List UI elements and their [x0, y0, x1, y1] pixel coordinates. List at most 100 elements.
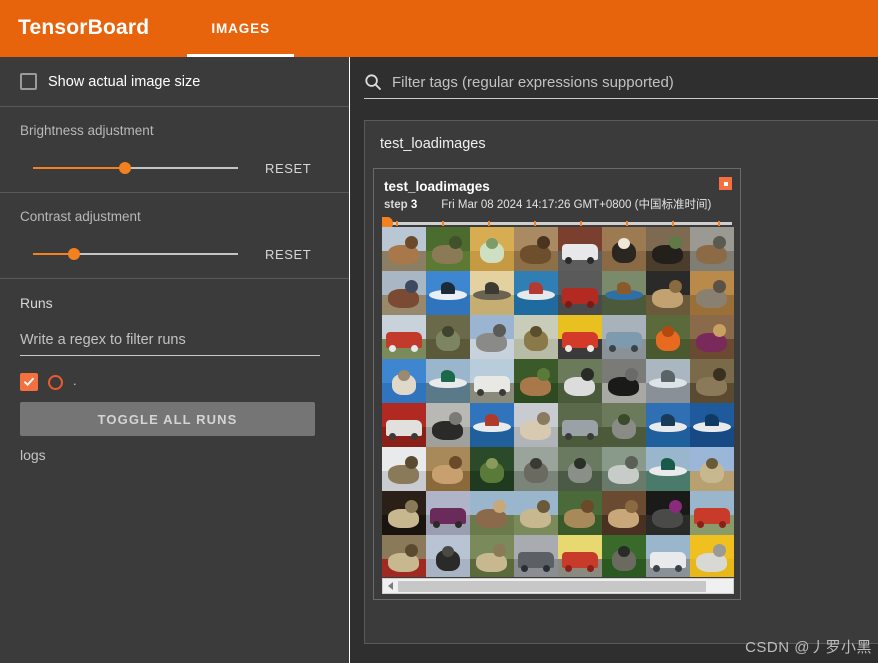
run-checkbox-checked[interactable]: [20, 373, 38, 391]
step-tick: [671, 221, 674, 226]
image-grid-cell: [646, 535, 690, 577]
image-grid-cell: [646, 447, 690, 491]
image-grid-cell: [426, 359, 470, 403]
image-grid-cell: [426, 403, 470, 447]
image-grid-cell: [514, 315, 558, 359]
image-grid-cell: [602, 447, 646, 491]
image-grid-cell: [514, 271, 558, 315]
image-grid-cell: [382, 359, 426, 403]
image-grid-cell: [558, 491, 602, 535]
image-grid-cell: [602, 315, 646, 359]
image-grid-cell: [426, 227, 470, 271]
tag-group-header[interactable]: test_loadimages: [365, 121, 878, 167]
contrast-label: Contrast adjustment: [20, 209, 141, 224]
image-grid-cell: [470, 271, 514, 315]
image-grid-cell: [690, 227, 734, 271]
image-grid-cell: [602, 359, 646, 403]
contrast-section: Contrast adjustment RESET: [0, 193, 349, 278]
image-grid-cell: [646, 271, 690, 315]
run-selector-row: .: [20, 373, 329, 391]
check-icon: [24, 377, 34, 386]
image-grid-cell: [470, 315, 514, 359]
runs-filter-input[interactable]: [20, 332, 320, 356]
run-list-item-logs[interactable]: logs: [20, 447, 329, 463]
image-card: test_loadimages step 3 Fri Mar 08 2024 1…: [373, 168, 741, 600]
image-grid-cell: [690, 271, 734, 315]
nav-tabs: IMAGES: [187, 0, 294, 57]
image-grid-cell: [382, 271, 426, 315]
step-label: step: [384, 199, 408, 211]
step-tick: [718, 221, 720, 226]
step-slider-ticks: [382, 221, 732, 226]
brightness-slider-thumb[interactable]: [119, 162, 132, 174]
image-grid-cell: [514, 227, 558, 271]
image-grid-cell: [426, 315, 470, 359]
image-grid-cell: [602, 227, 646, 271]
brightness-label: Brightness adjustment: [20, 123, 154, 138]
show-actual-size-section: Show actual image size: [0, 57, 349, 106]
image-grid-cell: [514, 491, 558, 535]
tag-filter-input[interactable]: [392, 73, 878, 91]
show-actual-image-size-checkbox[interactable]: Show actual image size: [20, 73, 329, 90]
tag-group-panel: test_loadimages test_loadimages step 3 F…: [364, 120, 878, 644]
app-header: TensorBoard IMAGES: [0, 0, 878, 57]
image-grid-cell: [602, 271, 646, 315]
brightness-track-fill: [33, 167, 126, 169]
image-grid-cell: [426, 447, 470, 491]
runs-title: Runs: [20, 295, 53, 311]
app-brand: TensorBoard: [18, 16, 150, 39]
image-grid-cell: [690, 359, 734, 403]
image-grid-cell: [470, 447, 514, 491]
image-grid: [382, 227, 734, 577]
tab-images-label: IMAGES: [211, 21, 270, 36]
image-grid-cell: [514, 535, 558, 577]
step-tick: [580, 221, 582, 226]
image-grid-cell: [690, 403, 734, 447]
image-grid-cell: [558, 535, 602, 577]
image-grid-cell: [558, 447, 602, 491]
step-tick: [626, 221, 628, 226]
image-grid-cell: [602, 535, 646, 577]
run-color-circle-icon: [48, 374, 63, 390]
image-grid-cell: [382, 535, 426, 577]
image-grid-cell: [646, 315, 690, 359]
scroll-right-arrow-icon[interactable]: [735, 579, 740, 593]
contrast-slider[interactable]: [33, 246, 238, 262]
run-name-label: .: [73, 373, 77, 388]
tab-images[interactable]: IMAGES: [187, 0, 294, 57]
main-panel: test_loadimages test_loadimages step 3 F…: [350, 57, 878, 663]
image-grid-cell: [558, 227, 602, 271]
brightness-reset-button[interactable]: RESET: [265, 161, 311, 176]
image-card-header: test_loadimages step 3 Fri Mar 08 2024 1…: [374, 169, 740, 212]
image-grid-cell: [558, 403, 602, 447]
image-grid-cell: [690, 315, 734, 359]
image-card-meta: step 3 Fri Mar 08 2024 14:17:26 GMT+0800…: [384, 196, 730, 212]
image-grid-cell: [470, 491, 514, 535]
image-horizontal-scrollbar[interactable]: [382, 578, 740, 594]
image-grid-cell: [470, 359, 514, 403]
image-grid-cell: [470, 227, 514, 271]
brightness-section: Brightness adjustment RESET: [0, 107, 349, 192]
brightness-slider[interactable]: [33, 160, 238, 176]
image-card-title: test_loadimages: [384, 179, 490, 194]
image-grid-cell: [514, 447, 558, 491]
step-tick: [442, 221, 444, 226]
toggle-all-runs-button[interactable]: TOGGLE ALL RUNS: [20, 402, 315, 436]
image-grid-cell: [382, 447, 426, 491]
checkbox-unchecked-icon: [20, 73, 37, 90]
image-grid-cell: [382, 315, 426, 359]
scroll-left-arrow-icon[interactable]: [383, 579, 397, 593]
contrast-reset-button[interactable]: RESET: [265, 247, 311, 262]
scrollbar-thumb[interactable]: [398, 580, 706, 592]
timestamp-label: Fri Mar 08 2024 14:17:26 GMT+0800 (中国标准时…: [441, 199, 712, 211]
image-grid-cell: [602, 403, 646, 447]
image-grid-cell: [558, 315, 602, 359]
image-grid-cell: [602, 491, 646, 535]
image-grid-cell: [382, 227, 426, 271]
step-tick: [533, 221, 536, 226]
image-grid-cell: [646, 227, 690, 271]
image-grid-cell: [690, 535, 734, 577]
image-grid-cell: [514, 403, 558, 447]
image-grid-viewport[interactable]: [382, 227, 734, 577]
contrast-slider-thumb[interactable]: [68, 248, 80, 260]
